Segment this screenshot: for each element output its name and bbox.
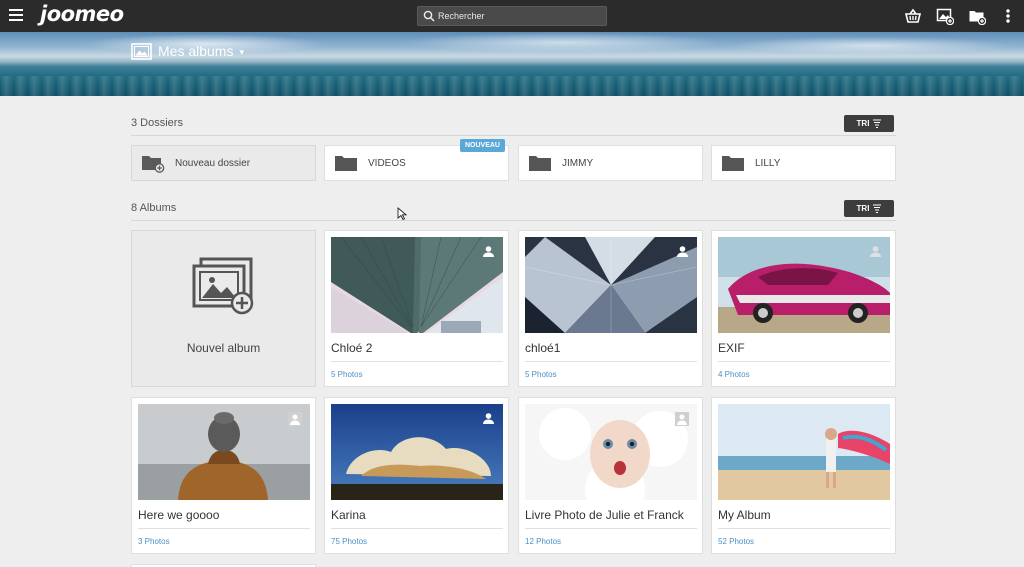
menu-icon[interactable] bbox=[9, 9, 23, 21]
search-icon bbox=[423, 10, 435, 22]
album-title: EXIF bbox=[718, 341, 745, 355]
sort-icon bbox=[873, 204, 882, 213]
banner-waves bbox=[0, 76, 1024, 96]
album-title: Chloé 2 bbox=[331, 341, 373, 355]
folders-sort-button[interactable]: TRI bbox=[844, 115, 894, 132]
albums-count: 8 Albums bbox=[131, 202, 177, 214]
card-divider bbox=[331, 361, 503, 362]
album-thumbnail bbox=[718, 237, 890, 333]
page-title: Mes albums bbox=[158, 43, 234, 59]
user-icon bbox=[675, 412, 689, 426]
photo-count: 5 Photos bbox=[331, 370, 363, 379]
card-divider bbox=[525, 528, 697, 529]
sort-icon bbox=[873, 119, 882, 128]
search-input[interactable] bbox=[438, 8, 603, 24]
folder-label: VIDEOS bbox=[368, 157, 406, 169]
album-thumbnail bbox=[138, 404, 310, 500]
user-icon bbox=[483, 246, 494, 257]
folder-label: JIMMY bbox=[562, 157, 594, 169]
album-thumbnail bbox=[331, 404, 503, 500]
user-icon bbox=[483, 413, 494, 424]
album-thumbnail bbox=[718, 404, 890, 500]
folder-icon bbox=[529, 156, 551, 171]
add-folder-icon bbox=[142, 156, 165, 173]
albums-icon bbox=[131, 42, 152, 60]
folder-videos[interactable]: VIDEOS NOUVEAU bbox=[324, 139, 509, 181]
new-folder-button[interactable]: Nouveau dossier bbox=[131, 145, 316, 181]
album-title: My Album bbox=[718, 508, 771, 522]
folder-icon bbox=[722, 156, 744, 171]
photo-count: 52 Photos bbox=[718, 537, 755, 546]
card-divider bbox=[331, 528, 503, 529]
basket-icon[interactable] bbox=[904, 7, 922, 25]
mouse-cursor-icon bbox=[397, 207, 407, 221]
album-thumbnail bbox=[525, 237, 697, 333]
album-card-here-we-goooo[interactable]: Here we goooo 3 Photos bbox=[131, 397, 316, 554]
new-folder-label: Nouveau dossier bbox=[175, 157, 251, 169]
chevron-down-icon: ▾ bbox=[239, 46, 244, 57]
user-icon bbox=[288, 412, 302, 426]
folder-icon bbox=[335, 156, 357, 171]
album-title: Karina bbox=[331, 508, 366, 522]
photo-count: 3 Photos bbox=[138, 537, 170, 546]
albums-divider bbox=[131, 220, 896, 221]
folders-divider bbox=[131, 135, 896, 136]
photo-count: 12 Photos bbox=[525, 537, 562, 546]
folder-label: LILLY bbox=[755, 157, 781, 169]
search-box[interactable] bbox=[417, 6, 607, 26]
album-card-livre-photo[interactable]: Livre Photo de Julie et Franck 12 Photos bbox=[518, 397, 703, 554]
album-title: chloé1 bbox=[525, 341, 561, 355]
album-card-my-album[interactable]: My Album 52 Photos bbox=[711, 397, 896, 554]
album-card-karina[interactable]: Karina 75 Photos bbox=[324, 397, 509, 554]
album-title: Livre Photo de Julie et Franck bbox=[525, 508, 684, 522]
album-card-chloe2[interactable]: Chloé 2 5 Photos bbox=[324, 230, 509, 387]
add-album-icon bbox=[192, 257, 254, 315]
card-divider bbox=[718, 361, 890, 362]
new-badge: NOUVEAU bbox=[459, 139, 505, 152]
photo-count: 75 Photos bbox=[331, 537, 368, 546]
album-thumbnail bbox=[525, 404, 697, 500]
photo-count: 4 Photos bbox=[718, 370, 750, 379]
album-card-exif[interactable]: EXIF 4 Photos bbox=[711, 230, 896, 387]
photo-count: 5 Photos bbox=[525, 370, 557, 379]
new-album-button[interactable]: Nouvel album bbox=[131, 230, 316, 387]
folder-jimmy[interactable]: JIMMY bbox=[518, 145, 703, 181]
user-icon bbox=[870, 246, 881, 257]
albums-sort-button[interactable]: TRI bbox=[844, 200, 894, 217]
add-folder-icon[interactable] bbox=[968, 7, 986, 25]
folder-lilly[interactable]: LILLY bbox=[711, 145, 896, 181]
sort-label: TRI bbox=[856, 119, 870, 128]
sort-label: TRI bbox=[856, 204, 870, 213]
album-card-chloe1[interactable]: chloé1 5 Photos bbox=[518, 230, 703, 387]
album-thumbnail bbox=[331, 237, 503, 333]
albums-dropdown[interactable]: Mes albums ▾ bbox=[131, 41, 244, 61]
card-divider bbox=[138, 528, 310, 529]
folders-count: 3 Dossiers bbox=[131, 117, 183, 129]
more-options-icon[interactable] bbox=[1000, 7, 1016, 25]
top-bar: joomeo bbox=[0, 0, 1024, 32]
album-title: Here we goooo bbox=[138, 508, 220, 522]
card-divider bbox=[718, 528, 890, 529]
user-icon bbox=[677, 246, 688, 257]
new-album-label: Nouvel album bbox=[186, 341, 261, 355]
app-logo[interactable]: joomeo bbox=[40, 2, 124, 26]
card-divider bbox=[525, 361, 697, 362]
add-album-icon[interactable] bbox=[936, 7, 954, 25]
